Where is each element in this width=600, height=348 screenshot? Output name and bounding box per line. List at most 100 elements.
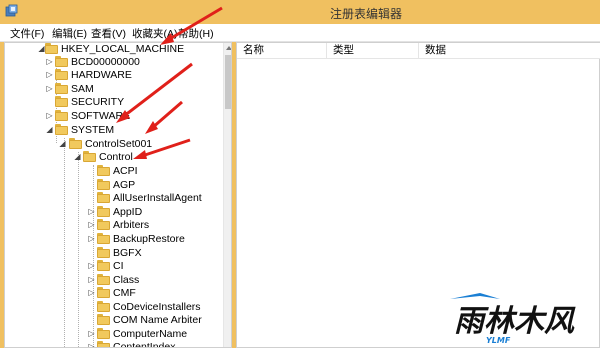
tree-node-label[interactable]: SECURITY [71, 95, 124, 109]
tree-node-label[interactable]: BackupRestore [113, 232, 185, 246]
tree-node-arbiters[interactable]: ▷ Arbiters [5, 218, 223, 232]
folder-icon [97, 274, 111, 285]
folder-icon [55, 69, 69, 80]
folder-icon [69, 138, 83, 149]
tree-node-label[interactable]: COM Name Arbiter [113, 313, 202, 327]
expand-icon[interactable]: ▷ [87, 220, 96, 229]
menu-help[interactable]: 帮助(H) [178, 26, 214, 41]
tree-scrollbar[interactable] [223, 43, 232, 347]
tree-node-security[interactable]: SECURITY [5, 95, 223, 109]
tree-node-label[interactable]: AppID [113, 205, 142, 219]
tree-node-label[interactable]: ComputerName [113, 327, 187, 341]
folder-icon [97, 206, 111, 217]
expand-icon[interactable]: ▷ [87, 234, 96, 243]
tree-node-controlset001[interactable]: ◢ ControlSet001 [5, 137, 223, 151]
tree-node-agp[interactable]: AGP [5, 178, 223, 192]
tree-node-label[interactable]: BGFX [113, 246, 142, 260]
tree-node-bcd[interactable]: ▷ BCD00000000 [5, 55, 223, 69]
tree-node-label[interactable]: CI [113, 259, 124, 273]
expand-icon[interactable]: ▷ [87, 342, 96, 347]
tree-node-label[interactable]: AllUserInstallAgent [113, 191, 202, 205]
collapse-icon[interactable]: ◢ [58, 139, 67, 148]
expand-icon[interactable]: ▷ [45, 57, 54, 66]
folder-icon [45, 43, 59, 54]
tree-node-hklm[interactable]: ◢ HKEY_LOCAL_MACHINE [5, 43, 223, 56]
folder-icon [55, 96, 69, 107]
menu-file[interactable]: 文件(F) [10, 26, 44, 41]
tree-node-label[interactable]: Arbiters [113, 218, 149, 232]
tree-node-label[interactable]: AGP [113, 178, 135, 192]
menu-view[interactable]: 查看(V) [91, 26, 126, 41]
watermark-logo: 雨林木风 YLMF [440, 285, 600, 348]
tree-node-label[interactable]: SOFTWARE [71, 109, 130, 123]
folder-icon [55, 56, 69, 67]
tree-node-label[interactable]: HARDWARE [71, 68, 132, 82]
folder-icon [97, 328, 111, 339]
watermark-text: 雨林木风 [454, 304, 576, 339]
tree-node-label[interactable]: CoDeviceInstallers [113, 300, 201, 314]
window-title: 注册表编辑器 [330, 7, 403, 21]
tree-node-label[interactable]: ControlSet001 [85, 137, 152, 151]
expand-icon[interactable]: ▷ [45, 84, 54, 93]
folder-icon [97, 179, 111, 190]
key-tree-pane[interactable]: ◢ HKEY_LOCAL_MACHINE ▷ BCD00000000 ▷ HAR… [4, 42, 232, 348]
tree-node-hardware[interactable]: ▷ HARDWARE [5, 68, 223, 82]
expand-icon[interactable]: ▷ [87, 275, 96, 284]
tree-node-label[interactable]: SAM [71, 82, 94, 96]
tree-node-contentindex[interactable]: ▷ ContentIndex [5, 340, 223, 347]
tree-node-acpi[interactable]: ACPI [5, 164, 223, 178]
expand-icon[interactable]: ▷ [87, 288, 96, 297]
scrollbar-thumb[interactable] [225, 55, 231, 109]
folder-icon [97, 192, 111, 203]
tree-node-system[interactable]: ◢ SYSTEM [5, 123, 223, 137]
ylmf-logo-icon: 雨林木风 YLMF [450, 293, 576, 345]
expand-icon[interactable]: ▷ [45, 111, 54, 120]
folder-icon [97, 247, 111, 258]
folder-icon [97, 219, 111, 230]
tree-node-ci[interactable]: ▷ CI [5, 259, 223, 273]
tree-node-label[interactable]: ContentIndex [113, 340, 175, 347]
tree-node-label[interactable]: CMF [113, 286, 136, 300]
expand-icon[interactable]: ▷ [87, 207, 96, 216]
regedit-icon[interactable] [5, 4, 19, 18]
tree-node-com-name-arbiter[interactable]: COM Name Arbiter [5, 313, 223, 327]
tree-node-appid[interactable]: ▷ AppID [5, 205, 223, 219]
tree-node-label[interactable]: SYSTEM [71, 123, 114, 137]
folder-icon [55, 124, 69, 135]
collapse-icon[interactable]: ◢ [45, 125, 54, 134]
tree-node-label[interactable]: Class [113, 273, 139, 287]
tree-node-codeviceinstallers[interactable]: CoDeviceInstallers [5, 300, 223, 314]
title-bar: 注册表编辑器 [0, 0, 600, 24]
menu-favorites[interactable]: 收藏夹(A) [132, 26, 178, 41]
tree-node-sam[interactable]: ▷ SAM [5, 82, 223, 96]
folder-icon [97, 165, 111, 176]
tree-node-cmf[interactable]: ▷ CMF [5, 286, 223, 300]
column-header-data[interactable]: 数据 [419, 43, 600, 59]
menu-edit[interactable]: 编辑(E) [52, 26, 87, 41]
tree-node-control[interactable]: ◢ Control [5, 150, 223, 164]
tree-node-class[interactable]: ▷ Class [5, 273, 223, 287]
tree-node-label[interactable]: BCD00000000 [71, 55, 140, 69]
watermark-sub: YLMF [486, 336, 511, 345]
expand-icon[interactable]: ▷ [45, 70, 54, 79]
tree-node-label[interactable]: HKEY_LOCAL_MACHINE [61, 43, 184, 56]
folder-icon [97, 287, 111, 298]
expand-icon[interactable]: ▷ [87, 261, 96, 270]
tree-node-backuprestore[interactable]: ▷ BackupRestore [5, 232, 223, 246]
tree-node-bgfx[interactable]: BGFX [5, 246, 223, 260]
column-header-row: 名称 类型 数据 [237, 43, 600, 59]
registry-editor-window: 注册表编辑器 文件(F) 编辑(E) 查看(V) 收藏夹(A) 帮助(H) ◢ … [0, 0, 600, 348]
folder-icon [83, 151, 97, 162]
tree-node-alluserinstallagent[interactable]: AllUserInstallAgent [5, 191, 223, 205]
tree-node-label[interactable]: Control [99, 150, 133, 164]
folder-icon [97, 260, 111, 271]
tree-node-label[interactable]: ACPI [113, 164, 138, 178]
folder-icon [97, 314, 111, 325]
tree-node-computername[interactable]: ▷ ComputerName [5, 327, 223, 341]
column-header-type[interactable]: 类型 [327, 43, 419, 59]
tree-node-software[interactable]: ▷ SOFTWARE [5, 109, 223, 123]
collapse-icon[interactable]: ◢ [73, 152, 82, 161]
expand-icon[interactable]: ▷ [87, 329, 96, 338]
column-header-name[interactable]: 名称 [237, 43, 327, 59]
scroll-up-arrow-icon[interactable] [225, 44, 232, 52]
